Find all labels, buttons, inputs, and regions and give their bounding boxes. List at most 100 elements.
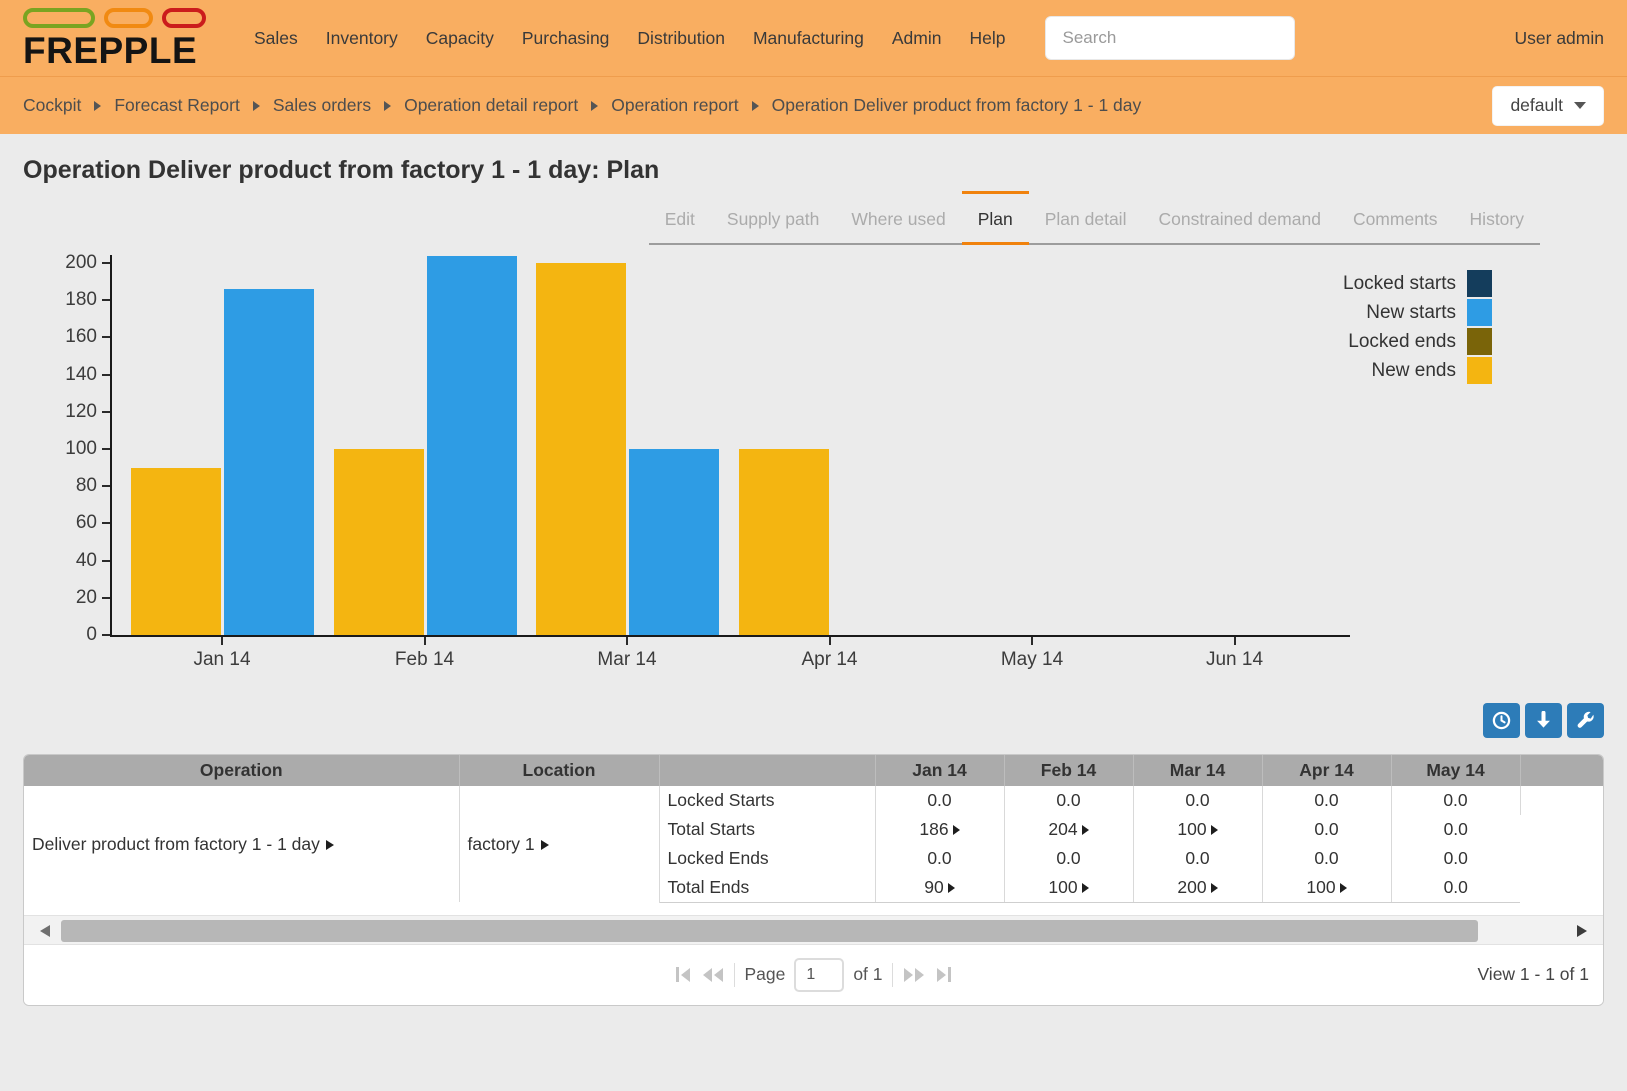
search-input[interactable] xyxy=(1045,16,1295,60)
drilldown-icon[interactable] xyxy=(1211,825,1218,835)
y-axis-tick-label: 0 xyxy=(25,624,97,646)
location-cell[interactable]: factory 1 xyxy=(459,786,659,902)
column-header-apr-14[interactable]: Apr 14 xyxy=(1262,755,1391,786)
value-cell-total-starts-jan-14[interactable]: 186 xyxy=(875,815,1004,844)
y-axis-tick-label: 20 xyxy=(25,587,97,609)
nav-item-help[interactable]: Help xyxy=(955,28,1019,49)
prev-page-icon xyxy=(714,968,723,982)
value-cell-locked-ends-may-14: 0.0 xyxy=(1391,844,1520,873)
drilldown-icon[interactable] xyxy=(1340,883,1347,893)
operation-cell[interactable]: Deliver product from factory 1 - 1 day xyxy=(24,786,459,902)
value-cell-total-starts-feb-14[interactable]: 204 xyxy=(1004,815,1133,844)
breadcrumb-item-cockpit[interactable]: Cockpit xyxy=(23,95,81,116)
breadcrumb-separator-icon xyxy=(94,101,101,111)
drilldown-icon[interactable] xyxy=(326,840,334,850)
time-buckets-button[interactable] xyxy=(1483,703,1520,738)
y-axis-tick xyxy=(102,522,110,524)
breadcrumb-item-sales-orders[interactable]: Sales orders xyxy=(273,95,371,116)
column-header-operation[interactable]: Operation xyxy=(24,755,459,786)
first-page-icon xyxy=(676,967,679,982)
nav-item-purchasing[interactable]: Purchasing xyxy=(508,28,624,49)
customize-button[interactable] xyxy=(1567,703,1604,738)
breadcrumb-item-operation-deliver-product-from-factory-1-1-day[interactable]: Operation Deliver product from factory 1… xyxy=(772,95,1142,116)
chart-bar-new-starts xyxy=(427,256,517,635)
scrollbar-thumb[interactable] xyxy=(61,920,1478,942)
tab-constrained-demand[interactable]: Constrained demand xyxy=(1142,191,1336,243)
column-header-location[interactable]: Location xyxy=(459,755,659,786)
first-page-button[interactable] xyxy=(674,965,692,984)
nav-item-sales[interactable]: Sales xyxy=(240,28,312,49)
nav-item-capacity[interactable]: Capacity xyxy=(412,28,508,49)
pager: Page of 1 xyxy=(674,958,952,992)
prev-page-button[interactable] xyxy=(701,966,725,984)
value-text: 0.0 xyxy=(1444,819,1468,839)
page-number-input[interactable] xyxy=(794,958,844,992)
breadcrumb-item-operation-detail-report[interactable]: Operation detail report xyxy=(404,95,578,116)
drilldown-icon[interactable] xyxy=(1211,883,1218,893)
value-cell-locked-starts-jan-14: 0.0 xyxy=(875,786,1004,815)
tab-where-used[interactable]: Where used xyxy=(835,191,961,243)
nav-item-manufacturing[interactable]: Manufacturing xyxy=(739,28,878,49)
scroll-right-icon[interactable] xyxy=(1577,925,1587,937)
value-cell-total-ends-jan-14[interactable]: 90 xyxy=(875,873,1004,902)
drilldown-icon[interactable] xyxy=(953,825,960,835)
legend-label: New ends xyxy=(1372,360,1457,382)
view-selector-button[interactable]: default xyxy=(1492,86,1604,126)
pivot-grid-panel: OperationLocation Jan 14Feb 14Mar 14Apr 1… xyxy=(23,754,1604,1006)
x-axis-tick-label: Feb 14 xyxy=(365,649,485,671)
nav-item-distribution[interactable]: Distribution xyxy=(623,28,739,49)
nav-item-inventory[interactable]: Inventory xyxy=(312,28,412,49)
tab-strip: EditSupply pathWhere usedPlanPlan detail… xyxy=(649,191,1540,245)
x-axis-tick xyxy=(1031,637,1033,645)
frepple-logo-capsules-icon xyxy=(23,8,206,29)
tab-supply-path[interactable]: Supply path xyxy=(711,191,835,243)
breadcrumb-separator-icon xyxy=(253,101,260,111)
legend-swatch-locked-ends xyxy=(1467,328,1492,355)
chevron-down-icon xyxy=(1574,102,1586,109)
measure-label-locked-ends: Locked Ends xyxy=(659,844,875,873)
x-axis-tick-label: Apr 14 xyxy=(770,649,890,671)
value-cell-total-ends-may-14: 0.0 xyxy=(1391,873,1520,902)
location-link[interactable]: factory 1 xyxy=(468,834,535,854)
column-header-may-14[interactable]: May 14 xyxy=(1391,755,1520,786)
value-text: 0.0 xyxy=(1056,790,1080,810)
x-axis-tick-label: May 14 xyxy=(972,649,1092,671)
user-menu[interactable]: User admin xyxy=(1515,28,1604,49)
tab-edit[interactable]: Edit xyxy=(649,191,711,243)
legend-label: Locked ends xyxy=(1348,331,1456,353)
column-header-feb-14[interactable]: Feb 14 xyxy=(1004,755,1133,786)
column-header-jan-14[interactable]: Jan 14 xyxy=(875,755,1004,786)
drilldown-icon[interactable] xyxy=(1082,883,1089,893)
value-cell-total-ends-mar-14[interactable]: 200 xyxy=(1133,873,1262,902)
chart-legend: Locked startsNew startsLocked endsNew en… xyxy=(1343,269,1492,385)
breadcrumb-item-forecast-report[interactable]: Forecast Report xyxy=(114,95,239,116)
next-page-button[interactable] xyxy=(902,966,926,984)
operation-link[interactable]: Deliver product from factory 1 - 1 day xyxy=(32,834,320,854)
nav-item-admin[interactable]: Admin xyxy=(878,28,956,49)
y-axis-tick xyxy=(102,336,110,338)
scroll-left-icon[interactable] xyxy=(40,925,50,937)
drilldown-icon[interactable] xyxy=(541,840,549,850)
view-selector-label: default xyxy=(1510,95,1563,116)
value-cell-total-ends-apr-14[interactable]: 100 xyxy=(1262,873,1391,902)
download-button[interactable] xyxy=(1525,703,1562,738)
value-cell-locked-starts-feb-14: 0.0 xyxy=(1004,786,1133,815)
value-cell-total-ends-feb-14[interactable]: 100 xyxy=(1004,873,1133,902)
breadcrumb-item-operation-report[interactable]: Operation report xyxy=(611,95,738,116)
value-text: 100 xyxy=(1306,877,1335,897)
tab-comments[interactable]: Comments xyxy=(1337,191,1454,243)
tab-plan-detail[interactable]: Plan detail xyxy=(1029,191,1143,243)
frepple-logo[interactable]: FREPPLE xyxy=(23,8,206,68)
drilldown-icon[interactable] xyxy=(948,883,955,893)
tab-plan[interactable]: Plan xyxy=(962,191,1029,243)
value-text: 0.0 xyxy=(1314,819,1338,839)
value-cell-total-starts-mar-14[interactable]: 100 xyxy=(1133,815,1262,844)
tab-history[interactable]: History xyxy=(1454,191,1540,243)
value-cell-locked-starts-mar-14: 0.0 xyxy=(1133,786,1262,815)
value-text: 0.0 xyxy=(1443,790,1467,810)
last-page-button[interactable] xyxy=(935,965,953,984)
drilldown-icon[interactable] xyxy=(1082,825,1089,835)
legend-swatch-new-starts xyxy=(1467,299,1492,326)
column-header-mar-14[interactable]: Mar 14 xyxy=(1133,755,1262,786)
measure-label-locked-starts: Locked Starts xyxy=(659,786,875,815)
